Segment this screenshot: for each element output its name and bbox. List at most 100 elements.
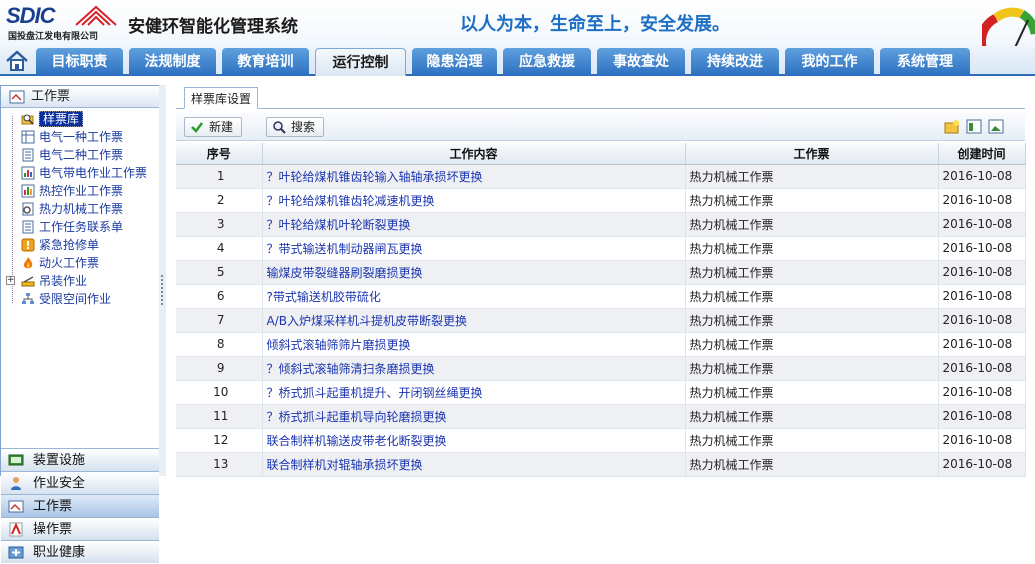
row-work-content-link[interactable]: ？叶轮给煤机锥齿轮输入轴轴承损坏更换	[262, 164, 686, 189]
accordion-occupational-health[interactable]: 职业健康	[1, 540, 159, 563]
row-created-date: 2016-10-08	[938, 380, 1026, 405]
table-row[interactable]: 9 ？倾斜式滚轴筛清扫条磨损更换 热力机械工作票 2016-10-08	[176, 356, 1026, 381]
home-icon[interactable]	[4, 49, 30, 73]
row-ticket-type: 热力机械工作票	[685, 452, 939, 477]
warning-icon	[21, 238, 35, 252]
row-index: 4	[176, 236, 263, 261]
tab-7[interactable]: 持续改进	[691, 48, 779, 76]
main-nav: 目标职责 法规制度 教育培训 运行控制 隐患治理 应急救援 事故查处 持续改进 …	[0, 46, 1035, 76]
tab-6[interactable]: 事故查处	[597, 48, 685, 76]
column-header[interactable]: 创建时间	[938, 143, 1026, 165]
row-created-date: 2016-10-08	[938, 356, 1026, 381]
row-ticket-type: 热力机械工作票	[685, 260, 939, 285]
row-work-content-link[interactable]: 联合制样机对辊轴承损坏更换	[262, 452, 686, 477]
accordion-operation-ticket[interactable]: 操作票	[1, 517, 159, 540]
column-header[interactable]: 序号	[176, 143, 263, 165]
folder-star-icon[interactable]	[944, 119, 960, 134]
logo-mark-icon	[75, 5, 117, 26]
tab-3[interactable]: 运行控制	[315, 48, 406, 76]
tab-4[interactable]: 隐患治理	[412, 48, 497, 76]
table-row[interactable]: 13 联合制样机对辊轴承损坏更换 热力机械工作票 2016-10-08	[176, 452, 1026, 477]
company-logo: SDIC 国投盘江发电有限公司	[6, 3, 126, 42]
row-created-date: 2016-10-08	[938, 452, 1026, 477]
sidebar-splitter[interactable]	[159, 85, 166, 476]
row-work-content-link[interactable]: ？叶轮给煤机锥齿轮减速机更换	[262, 188, 686, 213]
crane-icon	[21, 276, 35, 287]
row-index: 7	[176, 308, 263, 333]
health-icon	[8, 546, 24, 559]
tree-item-electric-2[interactable]: 电气二种工作票	[1, 146, 159, 164]
accordion-label: 工作票	[33, 499, 73, 514]
table-row[interactable]: 1 ？叶轮给煤机锥齿轮输入轴轴承损坏更换 热力机械工作票 2016-10-08	[176, 164, 1026, 189]
row-work-content-link[interactable]: A/B入炉煤采样机斗提机皮带断裂更换	[262, 308, 686, 333]
row-ticket-type: 热力机械工作票	[685, 236, 939, 261]
table-row[interactable]: 12 联合制样机输送皮带老化断裂更换 热力机械工作票 2016-10-08	[176, 428, 1026, 453]
tab-5[interactable]: 应急救援	[503, 48, 591, 76]
table-row[interactable]: 2 ？叶轮给煤机锥齿轮减速机更换 热力机械工作票 2016-10-08	[176, 188, 1026, 213]
row-work-content-link[interactable]: ？带式输送机制动器闸瓦更换	[262, 236, 686, 261]
tree-item-thermal-mechanical[interactable]: 热力机械工作票	[1, 200, 159, 218]
row-work-content-link[interactable]: ?带式输送机胶带硫化	[262, 284, 686, 309]
layout-icon[interactable]	[966, 119, 982, 134]
tree-item-label: 紧急抢修单	[39, 238, 100, 252]
accordion-label: 作业安全	[33, 476, 86, 491]
column-header[interactable]: 工作内容	[262, 143, 686, 165]
search-button[interactable]: 搜索	[266, 117, 325, 137]
tree-item-live-work[interactable]: 电气带电作业工作票	[1, 164, 159, 182]
row-work-content-link[interactable]: ？桥式抓斗起重机提升、开闭钢丝绳更换	[262, 380, 686, 405]
tab-8[interactable]: 我的工作	[785, 48, 874, 76]
gear-document-icon	[22, 202, 34, 216]
row-index: 10	[176, 380, 263, 405]
tree-item-confined-space[interactable]: 受限空间作业	[1, 290, 159, 308]
pdf-icon	[9, 522, 23, 537]
table-row[interactable]: 6 ?带式输送机胶带硫化 热力机械工作票 2016-10-08	[176, 284, 1026, 309]
tab-2[interactable]: 教育培训	[222, 48, 309, 76]
row-ticket-type: 热力机械工作票	[685, 332, 939, 357]
row-index: 13	[176, 452, 263, 477]
tree-item-thermal-control[interactable]: 热控作业工作票	[1, 182, 159, 200]
row-work-content-link[interactable]: 输煤皮带裂缝器刷裂磨损更换	[262, 260, 686, 285]
search-icon	[273, 121, 286, 134]
row-ticket-type: 热力机械工作票	[685, 284, 939, 309]
accordion-work-safety[interactable]: 作业安全	[1, 471, 159, 494]
table-row[interactable]: 3 ？叶轮给煤机叶轮断裂更换 热力机械工作票 2016-10-08	[176, 212, 1026, 237]
tree-item-hot-work[interactable]: 动火工作票	[1, 254, 159, 272]
table-row[interactable]: 7 A/B入炉煤采样机斗提机皮带断裂更换 热力机械工作票 2016-10-08	[176, 308, 1026, 333]
tab-sample-settings[interactable]: 样票库设置	[184, 87, 259, 109]
accordion-label: 装置设施	[33, 453, 86, 468]
row-work-content-link[interactable]: ？叶轮给煤机叶轮断裂更换	[262, 212, 686, 237]
tab-1[interactable]: 法规制度	[129, 48, 216, 76]
row-work-content-link[interactable]: ？倾斜式滚轴筛清扫条磨损更换	[262, 356, 686, 381]
accordion-ticket[interactable]: 工作票	[1, 494, 159, 517]
fire-icon	[23, 257, 33, 269]
tree-item-sample-library[interactable]: 样票库	[1, 110, 159, 128]
document-grid-icon	[21, 130, 35, 144]
table-row[interactable]: 4 ？带式输送机制动器闸瓦更换 热力机械工作票 2016-10-08	[176, 236, 1026, 261]
accordion-device[interactable]: 装置设施	[1, 448, 159, 471]
table-row[interactable]: 5 输煤皮带裂缝器刷裂磨损更换 热力机械工作票 2016-10-08	[176, 260, 1026, 285]
tree-item-electric-1[interactable]: 电气一种工作票	[1, 128, 159, 146]
table-row[interactable]: 10 ？桥式抓斗起重机提升、开闭钢丝绳更换 热力机械工作票 2016-10-08	[176, 380, 1026, 405]
row-created-date: 2016-10-08	[938, 164, 1026, 189]
tree-item-lifting[interactable]: + 吊装作业	[1, 272, 159, 290]
ticket-tree: 样票库 电气一种工作票 电气二种工作票 电气带电作业工作票 热控作业工作票 热力…	[1, 110, 159, 308]
row-created-date: 2016-10-08	[938, 284, 1026, 309]
tree-item-task-contact[interactable]: 工作任务联系单	[1, 218, 159, 236]
tree-item-emergency-repair[interactable]: 紧急抢修单	[1, 236, 159, 254]
row-created-date: 2016-10-08	[938, 236, 1026, 261]
row-work-content-link[interactable]: ？桥式抓斗起重机导向轮磨损更换	[262, 404, 686, 429]
expand-toggle[interactable]: +	[6, 276, 15, 285]
row-index: 9	[176, 356, 263, 381]
tree-item-label: 电气二种工作票	[39, 148, 124, 162]
image-icon[interactable]	[988, 119, 1004, 134]
table-row[interactable]: 8 倾斜式滚轴筛筛片磨损更换 热力机械工作票 2016-10-08	[176, 332, 1026, 357]
column-header[interactable]: 工作票	[685, 143, 939, 165]
row-index: 12	[176, 428, 263, 453]
row-work-content-link[interactable]: 倾斜式滚轴筛筛片磨损更换	[262, 332, 686, 357]
tab-9[interactable]: 系统管理	[880, 48, 970, 76]
tab-0[interactable]: 目标职责	[36, 48, 123, 76]
new-button[interactable]: 新建	[184, 117, 243, 137]
table-row[interactable]: 11 ？桥式抓斗起重机导向轮磨损更换 热力机械工作票 2016-10-08	[176, 404, 1026, 429]
row-work-content-link[interactable]: 联合制样机输送皮带老化断裂更换	[262, 428, 686, 453]
tree-item-label: 电气带电作业工作票	[39, 166, 148, 180]
